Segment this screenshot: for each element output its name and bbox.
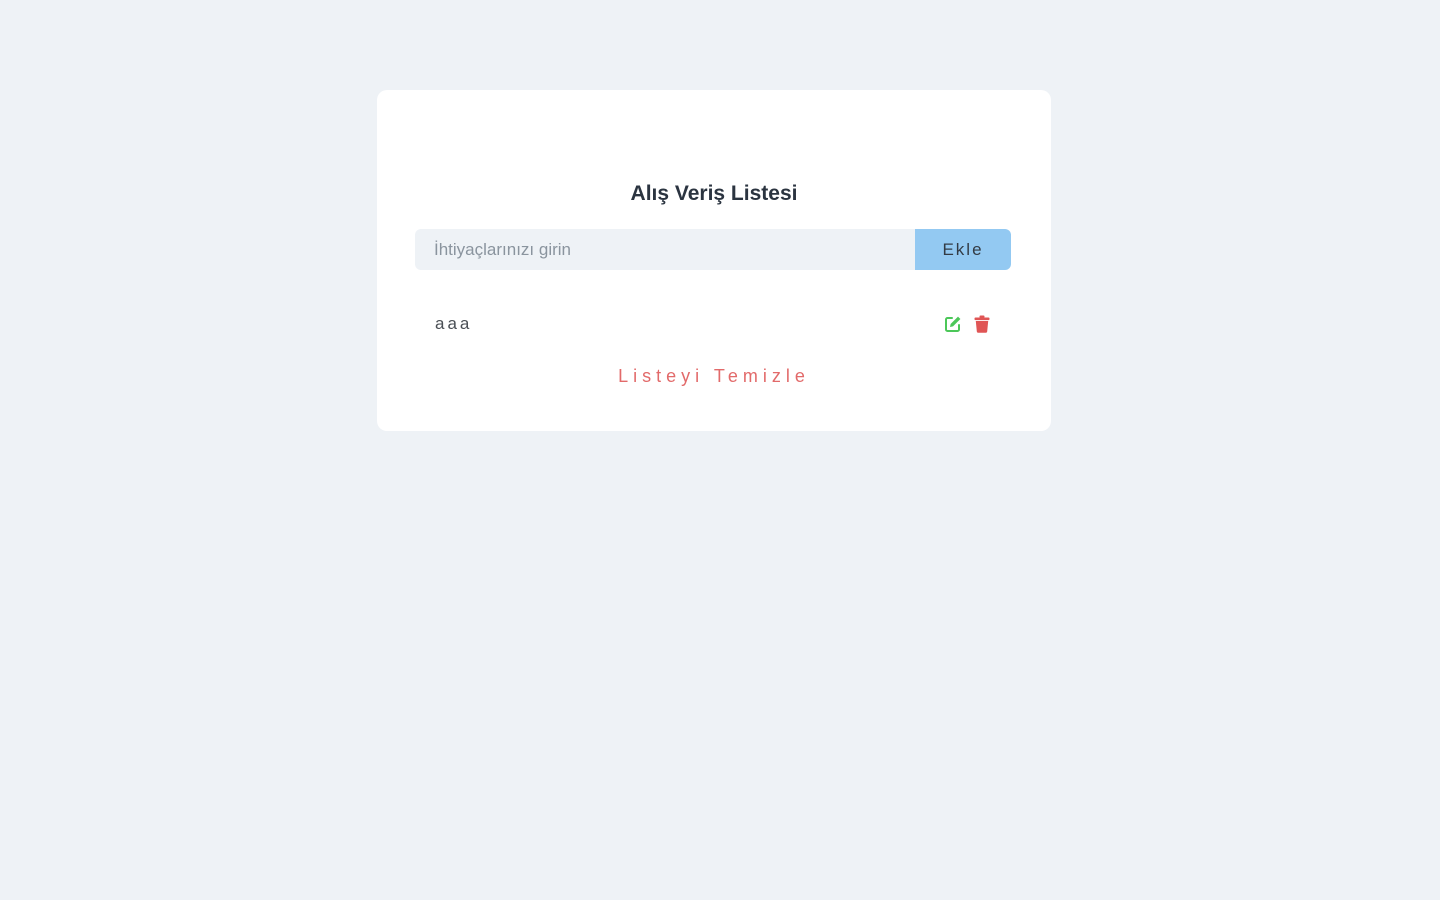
item-input[interactable] bbox=[415, 229, 915, 270]
shopping-list-card: Alış Veriş Listesi Ekle aaa bbox=[377, 90, 1051, 431]
list-item: aaa bbox=[415, 305, 1011, 343]
page-title: Alış Veriş Listesi bbox=[630, 182, 798, 205]
add-item-form: Ekle bbox=[415, 229, 1011, 270]
clear-list-button[interactable]: Listeyi Temizle bbox=[377, 366, 1051, 387]
item-text: aaa bbox=[435, 314, 473, 333]
item-list: aaa bbox=[415, 305, 1011, 343]
trash-icon[interactable] bbox=[972, 315, 991, 334]
item-actions bbox=[943, 315, 991, 334]
add-button[interactable]: Ekle bbox=[915, 229, 1011, 270]
edit-icon[interactable] bbox=[943, 315, 962, 334]
